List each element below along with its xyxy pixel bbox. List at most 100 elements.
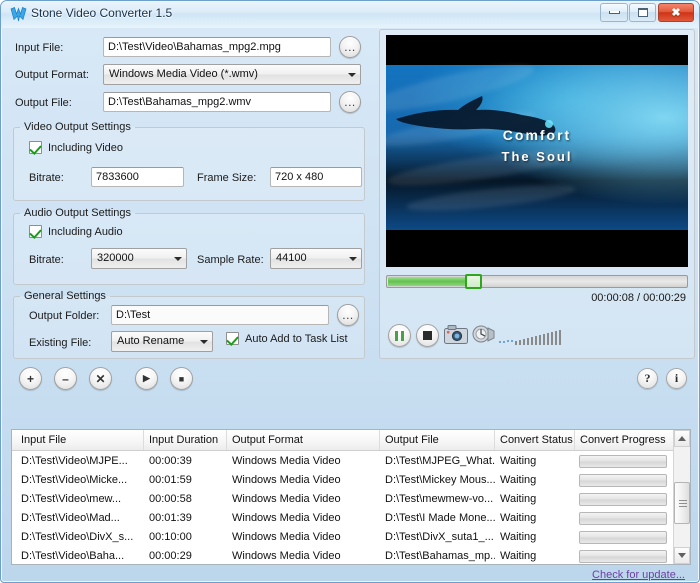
input-file-browse-button[interactable]: ... <box>339 36 361 58</box>
grip-icon <box>679 500 687 507</box>
video-preview[interactable]: Comfort The Soul <box>386 35 688 267</box>
add-task-button[interactable]: + <box>19 367 42 390</box>
minimize-button[interactable] <box>600 3 628 22</box>
table-row[interactable]: D:\Test\Video\mew... 00:00:58 Windows Medi… <box>12 490 675 509</box>
title-bar[interactable]: Stone Video Converter 1.5 ✖ <box>1 1 699 28</box>
sample-rate-select[interactable]: 44100 <box>270 248 362 269</box>
video-output-settings-legend: Video Output Settings <box>24 121 131 133</box>
column-header[interactable]: Convert Progress <box>575 430 675 450</box>
input-file-field[interactable]: D:\Test\Video\Bahamas_mpg2.mpg <box>103 37 331 57</box>
progress-bar <box>579 474 667 487</box>
column-header[interactable]: Output Format <box>227 430 380 450</box>
cell-output-file: D:\Test\DivX_suta1_... <box>385 531 494 543</box>
output-folder-field[interactable]: D:\Test <box>111 305 329 325</box>
plus-icon: + <box>26 371 34 386</box>
cell-input-file: D:\Test\Video\MJPE... <box>21 455 128 467</box>
timecode-display: 00:00:08 / 00:00:29 <box>591 292 686 304</box>
frame-size-label: Frame Size: <box>197 172 257 184</box>
including-video-label: Including Video <box>48 142 124 154</box>
existing-file-select[interactable]: Auto Rename <box>111 331 213 352</box>
clear-tasks-button[interactable]: ✕ <box>89 367 112 390</box>
cell-duration: 00:00:39 <box>149 455 192 467</box>
scroll-up-button[interactable] <box>674 430 690 447</box>
progress-bar <box>579 493 667 506</box>
stop-conversion-button[interactable]: ■ <box>170 367 193 390</box>
output-file-field[interactable]: D:\Test\Bahamas_mpg2.wmv <box>103 92 331 112</box>
check-for-update-link[interactable]: Check for update... <box>592 569 685 581</box>
including-video-checkbox[interactable] <box>29 141 42 154</box>
sample-rate-value: 44100 <box>276 252 307 264</box>
cell-output-file: D:\Test\mewmew-vo... <box>385 493 494 505</box>
table-row[interactable]: D:\Test\Video\Micke... 00:01:59 Windows Me… <box>12 471 675 490</box>
including-audio-label: Including Audio <box>48 226 123 238</box>
help-button[interactable]: ? <box>637 368 658 389</box>
maximize-button[interactable] <box>629 3 656 22</box>
speaker-icon <box>472 325 495 343</box>
output-folder-label: Output Folder: <box>29 310 100 322</box>
progress-bar <box>579 531 667 544</box>
cell-status: Waiting <box>500 550 537 562</box>
cell-format: Windows Media Video <box>232 531 341 543</box>
close-x-icon: ✕ <box>95 371 106 386</box>
cell-format: Windows Media Video <box>232 493 341 505</box>
cell-input-file: D:\Test\Video\Baha... <box>21 550 125 562</box>
cell-duration: 00:10:00 <box>149 531 192 543</box>
video-bitrate-field[interactable]: 7833600 <box>91 167 184 187</box>
cell-output-file: D:\Test\MJPEG_What... <box>385 455 495 467</box>
question-mark-icon: ? <box>644 371 651 385</box>
scroll-down-button[interactable] <box>674 547 690 564</box>
column-header[interactable]: Input Duration <box>144 430 227 450</box>
table-row[interactable]: D:\Test\Video\DivX_s... 00:10:00 Windows M… <box>12 528 675 547</box>
seek-thumb[interactable] <box>465 274 482 289</box>
frame-size-field[interactable]: 720 x 480 <box>270 167 362 187</box>
seek-slider[interactable] <box>386 274 688 289</box>
auto-add-to-task-list-checkbox[interactable] <box>226 332 239 345</box>
stop-button[interactable] <box>416 324 439 347</box>
audio-output-settings-legend: Audio Output Settings <box>24 207 132 219</box>
scrollbar-thumb[interactable] <box>674 482 690 524</box>
pause-button[interactable] <box>388 324 411 347</box>
table-row[interactable]: D:\Test\Video\Mad... 00:01:39 Windows Medi… <box>12 509 675 528</box>
start-conversion-button[interactable]: ▶ <box>135 367 158 390</box>
camera-icon <box>444 325 468 344</box>
close-button[interactable]: ✖ <box>658 3 694 22</box>
cell-input-file: D:\Test\Video\Mad... <box>21 512 120 524</box>
info-button[interactable]: i <box>666 368 687 389</box>
volume-slider[interactable] <box>498 325 570 345</box>
including-audio-checkbox[interactable] <box>29 225 42 238</box>
ellipsis-icon: ... <box>342 308 354 322</box>
stop-square-icon: ■ <box>178 373 185 384</box>
input-file-label: Input File: <box>15 42 64 54</box>
general-settings-legend: General Settings <box>24 290 106 302</box>
table-row[interactable]: D:\Test\Video\MJPE... 00:00:39 Windows Med… <box>12 452 675 471</box>
cell-duration: 00:00:29 <box>149 550 192 562</box>
cell-status: Waiting <box>500 493 537 505</box>
existing-file-label: Existing File: <box>29 337 92 349</box>
output-format-select[interactable]: Windows Media Video (*.wmv) <box>103 64 361 85</box>
column-header[interactable]: Output File <box>380 430 495 450</box>
chevron-down-icon <box>344 249 361 268</box>
output-folder-browse-button[interactable]: ... <box>337 304 359 326</box>
column-header[interactable]: Input File <box>16 430 144 450</box>
chevron-down-icon <box>343 65 360 84</box>
audio-bitrate-select[interactable]: 320000 <box>91 248 187 269</box>
column-header[interactable]: Convert Status <box>495 430 575 450</box>
output-format-label: Output Format: <box>15 69 89 81</box>
arrow-up-icon <box>678 436 686 441</box>
video-caption-line2: The Soul <box>501 149 573 164</box>
output-file-label: Output File: <box>15 97 72 109</box>
cell-output-file: D:\Test\Mickey Mous... <box>385 474 495 486</box>
task-list[interactable]: Input File Input Duration Output Format Out… <box>11 429 691 565</box>
video-output-settings-group: Video Output Settings <box>13 121 365 201</box>
audio-bitrate-label: Bitrate: <box>29 254 64 266</box>
remove-task-button[interactable]: – <box>54 367 77 390</box>
existing-file-value: Auto Rename <box>117 335 185 347</box>
output-file-browse-button[interactable]: ... <box>339 91 361 113</box>
window-title: Stone Video Converter 1.5 <box>31 6 173 20</box>
volume-button[interactable] <box>472 323 496 346</box>
task-list-scrollbar[interactable] <box>673 430 690 564</box>
table-row[interactable]: D:\Test\Video\Baha... 00:00:29 Windows Med… <box>12 547 675 564</box>
minus-icon: – <box>62 371 69 386</box>
cell-input-file: D:\Test\Video\DivX_s... <box>21 531 134 543</box>
snapshot-button[interactable] <box>444 325 468 345</box>
